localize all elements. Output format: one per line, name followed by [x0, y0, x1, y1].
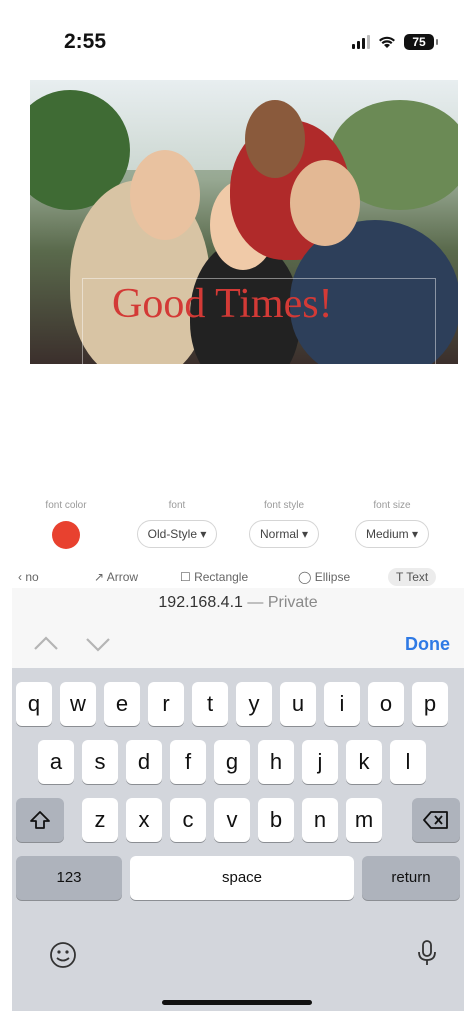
key-q[interactable]: q: [16, 682, 52, 726]
font-label: font: [168, 500, 186, 511]
wifi-icon: [378, 35, 396, 49]
key-f[interactable]: f: [170, 740, 206, 784]
key-h[interactable]: h: [258, 740, 294, 784]
address-text: 192.168.4.1 — Private: [12, 594, 464, 612]
key-w[interactable]: w: [60, 682, 96, 726]
home-indicator[interactable]: [162, 1000, 312, 1005]
font-toolbar: font color font Old-Style ▾ font style N…: [12, 500, 464, 562]
address-bar[interactable]: 192.168.4.1 — Private: [12, 588, 464, 624]
font-style-control: font style Normal ▾: [238, 500, 330, 548]
key-n[interactable]: n: [302, 798, 338, 842]
status-bar: 2:55 75: [12, 0, 464, 70]
font-size-control: font size Medium ▾: [340, 500, 444, 548]
photo-face: [130, 150, 200, 240]
font-color-label: font color: [45, 500, 87, 511]
tool-undo[interactable]: ‹ no: [18, 570, 39, 584]
key-s[interactable]: s: [82, 740, 118, 784]
status-time: 2:55: [64, 30, 107, 53]
key-d[interactable]: d: [126, 740, 162, 784]
space-key[interactable]: space: [130, 856, 354, 900]
font-style-label: font style: [263, 500, 305, 511]
shift-icon: [30, 811, 50, 829]
photo-canvas[interactable]: Good Times!: [30, 80, 458, 364]
chevron-up-icon[interactable]: [32, 632, 60, 656]
key-u[interactable]: u: [280, 682, 316, 726]
microphone-icon[interactable]: [412, 938, 442, 968]
return-key[interactable]: return: [362, 856, 460, 900]
phone-screen: 2:55 75 Good Times! font color font Old-…: [12, 0, 464, 1011]
address-host: 192.168.4.1: [158, 594, 243, 611]
key-r[interactable]: r: [148, 682, 184, 726]
delete-key[interactable]: [412, 798, 460, 842]
key-b[interactable]: b: [258, 798, 294, 842]
font-dropdown[interactable]: Old-Style ▾: [136, 520, 218, 548]
key-v[interactable]: v: [214, 798, 250, 842]
overlay-text[interactable]: Good Times!: [112, 280, 333, 328]
drawing-tools-row: ‹ no ↗ Arrow ☐ Rectangle ◯ Ellipse T Tex…: [12, 568, 464, 590]
font-size-label: font size: [373, 500, 411, 511]
key-x[interactable]: x: [126, 798, 162, 842]
address-separator: —: [242, 594, 268, 611]
private-mode-label: Private: [267, 594, 318, 611]
key-t[interactable]: t: [192, 682, 228, 726]
chevron-down-icon[interactable]: [84, 632, 112, 656]
tool-rectangle[interactable]: ☐ Rectangle: [180, 570, 248, 584]
key-y[interactable]: y: [236, 682, 272, 726]
font-style-dropdown[interactable]: Normal ▾: [248, 520, 320, 548]
tool-ellipse[interactable]: ◯ Ellipse: [298, 570, 350, 584]
font-control: font Old-Style ▾: [124, 500, 230, 548]
key-o[interactable]: o: [368, 682, 404, 726]
status-icons: 75: [352, 34, 438, 50]
key-p[interactable]: p: [412, 682, 448, 726]
key-c[interactable]: c: [170, 798, 206, 842]
key-z[interactable]: z: [82, 798, 118, 842]
photo-face: [245, 100, 305, 178]
key-l[interactable]: l: [390, 740, 426, 784]
shift-key[interactable]: [16, 798, 64, 842]
photo-face: [290, 160, 360, 246]
font-size-dropdown[interactable]: Medium ▾: [354, 520, 430, 548]
tool-text[interactable]: T Text: [388, 568, 437, 586]
key-k[interactable]: k: [346, 740, 382, 784]
key-m[interactable]: m: [346, 798, 382, 842]
delete-icon: [423, 811, 448, 829]
keyboard: q w e r t y u i o p a s d f g h j k l z …: [12, 668, 464, 1011]
key-i[interactable]: i: [324, 682, 360, 726]
key-e[interactable]: e: [104, 682, 140, 726]
tool-arrow[interactable]: ↗ Arrow: [94, 570, 138, 584]
font-color-swatch[interactable]: [52, 521, 80, 549]
battery-icon: 75: [404, 34, 438, 50]
keyboard-accessory-bar: Done: [12, 624, 464, 668]
signal-icon: [352, 35, 370, 49]
key-a[interactable]: a: [38, 740, 74, 784]
emoji-icon[interactable]: [48, 940, 78, 970]
key-g[interactable]: g: [214, 740, 250, 784]
numbers-key[interactable]: 123: [16, 856, 122, 900]
key-j[interactable]: j: [302, 740, 338, 784]
done-button[interactable]: Done: [405, 634, 450, 655]
font-color-control[interactable]: font color: [34, 500, 98, 549]
